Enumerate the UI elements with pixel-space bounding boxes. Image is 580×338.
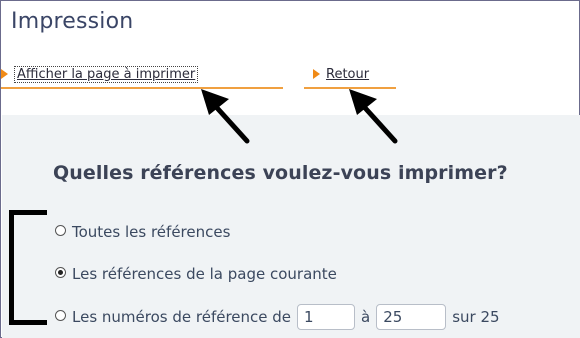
back-link[interactable]: Retour (313, 67, 369, 82)
radio-button[interactable] (55, 309, 66, 321)
option-label: Toutes les références (72, 223, 231, 241)
radio-button[interactable] (55, 224, 66, 236)
option-current-page[interactable]: Les références de la page courante (55, 263, 337, 285)
back-link-label: Retour (326, 67, 370, 82)
range-to-input[interactable] (376, 304, 447, 330)
print-dialog: Impression Afficher la page à imprimer R… (0, 0, 580, 338)
page-title: Impression (11, 9, 134, 34)
range-from-input[interactable] (297, 304, 356, 330)
section-question: Quelles références voulez-vous imprimer? (53, 162, 508, 184)
range-separator: à (361, 308, 371, 326)
range-total: sur 25 (452, 308, 500, 326)
arrow-annotation-icon (201, 89, 250, 144)
bracket-annotation (9, 210, 47, 325)
option-label: Les numéros de référence de (72, 308, 292, 326)
print-page-link-label: Afficher la page à imprimer (14, 66, 199, 83)
option-reference-range[interactable]: Les numéros de référence de à sur 25 (55, 304, 500, 330)
triangle-right-icon (1, 68, 8, 79)
option-all-references[interactable]: Toutes les références (55, 221, 230, 243)
triangle-right-icon (313, 68, 320, 79)
arrow-annotation-icon (349, 89, 398, 144)
radio-button-checked[interactable] (55, 266, 66, 278)
option-label: Les références de la page courante (72, 265, 337, 283)
print-page-link[interactable]: Afficher la page à imprimer (1, 66, 199, 83)
nav-links: Afficher la page à imprimer Retour (1, 66, 580, 89)
